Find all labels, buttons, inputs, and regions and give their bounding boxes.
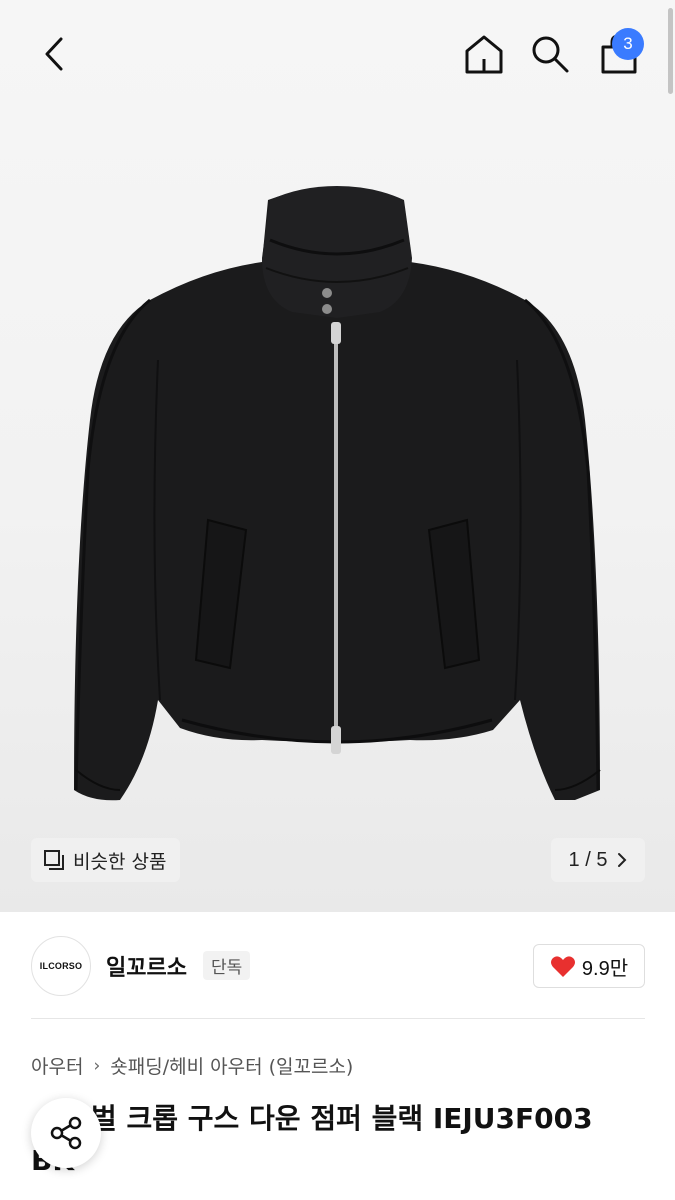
image-page-indicator[interactable]: 1 / 5 [551, 838, 645, 882]
breadcrumb-separator-icon: › [93, 1055, 101, 1076]
product-title: 벌 크롭 구스 다운 점퍼 블랙 IEJU3F003 BK [31, 1102, 593, 1177]
brand-logo[interactable]: ILCORSO [31, 936, 91, 996]
share-icon [50, 1116, 82, 1150]
share-button[interactable] [31, 1098, 101, 1168]
page-separator: / [585, 848, 591, 871]
breadcrumb: 아우터 › 숏패딩/헤비 아우터 (일꼬르소) [31, 1052, 353, 1079]
product-image-gallery[interactable]: 3 비슷한 상품 1 / 5 [0, 0, 675, 912]
breadcrumb-item-short-padding[interactable]: 숏패딩/헤비 아우터 (일꼬르소) [110, 1052, 353, 1079]
search-icon [532, 36, 569, 73]
breadcrumb-item-outer[interactable]: 아우터 [31, 1052, 83, 1079]
brand-logo-text: ILCORSO [39, 961, 83, 971]
back-button[interactable] [30, 30, 78, 78]
brand-name[interactable]: 일꼬르소 [106, 950, 187, 982]
scrollbar-thumb[interactable] [668, 8, 673, 94]
cart-count-badge: 3 [612, 28, 644, 60]
search-button[interactable] [526, 30, 574, 78]
chevron-left-icon [45, 37, 63, 71]
home-icon [465, 35, 503, 74]
chevron-right-icon [618, 853, 627, 867]
similar-items-icon [44, 850, 64, 870]
home-button[interactable] [460, 30, 508, 78]
exclusive-badge: 단독 [203, 951, 251, 980]
brand-row: ILCORSO 일꼬르소 단독 9.9만 [0, 912, 675, 1020]
page-total: 5 [596, 848, 608, 871]
similar-products-button[interactable]: 비슷한 상품 [31, 838, 181, 882]
heart-icon [550, 955, 575, 977]
like-button[interactable]: 9.9만 [533, 944, 645, 988]
page-text: 1 / 5 [569, 849, 608, 872]
like-count: 9.9만 [581, 957, 629, 980]
page-current: 1 [568, 848, 580, 871]
section-divider [31, 1018, 645, 1019]
similar-products-label: 비슷한 상품 [73, 850, 167, 873]
top-navigation-bar: 3 [0, 0, 675, 110]
product-image[interactable] [0, 0, 675, 912]
